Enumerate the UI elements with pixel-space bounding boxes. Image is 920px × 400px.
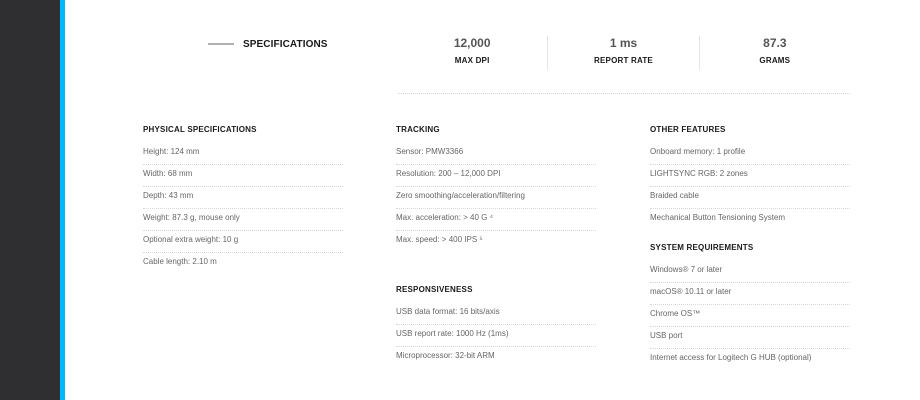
stat-report-rate: 1 ms REPORT RATE <box>547 36 698 70</box>
left-rail <box>0 0 60 400</box>
responsiveness-group: RESPONSIVENESS USB data format: 16 bits/… <box>396 283 596 369</box>
section-title: OTHER FEATURES <box>650 125 726 134</box>
column-other: OTHER FEATURES Onboard memory: 1 profile… <box>650 123 850 371</box>
physical-specifications-group: PHYSICAL SPECIFICATIONS Height: 124 mm W… <box>143 123 343 275</box>
spec-list: USB data format: 16 bits/axis USB report… <box>396 303 596 369</box>
spec-item: Max. acceleration: > 40 G ⁴ <box>396 209 596 231</box>
spec-item: Height: 124 mm <box>143 143 343 165</box>
spec-item: Width: 68 mm <box>143 165 343 187</box>
stat-value: 12,000 <box>453 36 491 50</box>
stat-value: 1 ms <box>609 36 638 50</box>
stat-label: MAX DPI <box>454 56 490 65</box>
tracking-group: TRACKING Sensor: PMW3366 Resolution: 200… <box>396 123 596 253</box>
spec-item: Microprocessor: 32-bit ARM <box>396 351 495 360</box>
spec-item: USB data format: 16 bits/axis <box>396 303 596 325</box>
spec-list: Sensor: PMW3366 Resolution: 200 – 12,000… <box>396 143 596 253</box>
section-title: TRACKING <box>396 125 440 134</box>
spec-item: Depth: 43 mm <box>143 187 343 209</box>
section-title: SYSTEM REQUIREMENTS <box>650 243 754 252</box>
spec-item: Weight: 87.3 g, mouse only <box>143 209 343 231</box>
spec-item: Optional extra weight: 10 g <box>143 231 343 253</box>
spec-item: macOS® 10.11 or later <box>650 283 850 305</box>
spec-item: Mechanical Button Tensioning System <box>650 213 786 222</box>
spec-item: USB port <box>650 327 850 349</box>
key-stats: 12,000 MAX DPI 1 ms REPORT RATE 87.3 GRA… <box>397 36 850 70</box>
stat-label: REPORT RATE <box>594 56 653 65</box>
spec-list: Windows® 7 or later macOS® 10.11 or late… <box>650 261 850 371</box>
section-title: PHYSICAL SPECIFICATIONS <box>143 125 257 134</box>
spec-list: Height: 124 mm Width: 68 mm Depth: 43 mm… <box>143 143 343 275</box>
stat-max-dpi: 12,000 MAX DPI <box>397 36 547 70</box>
stat-label: GRAMS <box>759 56 791 65</box>
spec-item: Chrome OS™ <box>650 305 850 327</box>
column-tracking: TRACKING Sensor: PMW3366 Resolution: 200… <box>396 123 596 369</box>
accent-bar <box>60 0 65 400</box>
spec-item: USB report rate: 1000 Hz (1ms) <box>396 325 596 347</box>
spec-item: Windows® 7 or later <box>650 261 850 283</box>
spec-item: Cable length: 2.10 m <box>143 257 217 266</box>
system-requirements-group: SYSTEM REQUIREMENTS Windows® 7 or later … <box>650 241 850 371</box>
stats-divider <box>397 93 850 94</box>
heading-dash <box>208 43 234 45</box>
spec-list: Onboard memory: 1 profile LIGHTSYNC RGB:… <box>650 143 850 231</box>
spec-item: Braided cable <box>650 187 850 209</box>
stat-value: 87.3 <box>763 36 787 50</box>
specifications-title: SPECIFICATIONS <box>243 38 328 50</box>
spec-item: Onboard memory: 1 profile <box>650 143 850 165</box>
spec-item: Sensor: PMW3366 <box>396 143 596 165</box>
column-physical: PHYSICAL SPECIFICATIONS Height: 124 mm W… <box>143 123 343 275</box>
specifications-heading: SPECIFICATIONS <box>208 34 328 54</box>
stat-grams: 87.3 GRAMS <box>698 36 850 70</box>
spec-item: Zero smoothing/acceleration/filtering <box>396 187 596 209</box>
other-features-group: OTHER FEATURES Onboard memory: 1 profile… <box>650 123 850 231</box>
section-title: RESPONSIVENESS <box>396 285 473 294</box>
spec-item: Internet access for Logitech G HUB (opti… <box>650 353 812 362</box>
spec-item: LIGHTSYNC RGB: 2 zones <box>650 165 850 187</box>
spec-item: Resolution: 200 – 12,000 DPI <box>396 165 596 187</box>
spec-item: Max. speed: > 400 IPS ⁵ <box>396 235 483 244</box>
